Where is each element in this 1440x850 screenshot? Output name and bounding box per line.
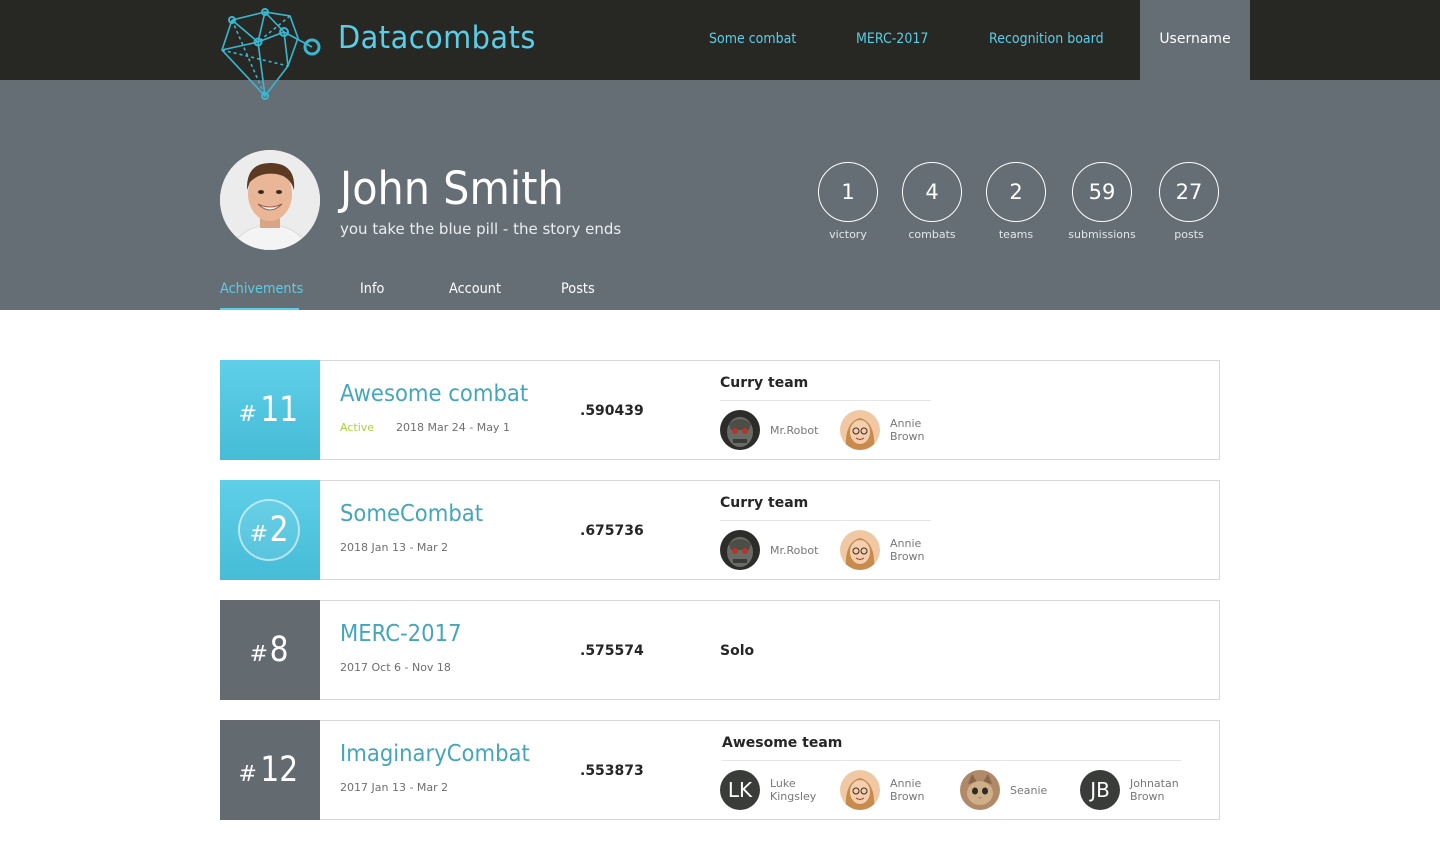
profile-header: John Smith you take the blue pill - the …	[0, 80, 1440, 310]
stat-victory: 1 victory	[808, 162, 888, 241]
stat-submissions: 59 submissions	[1062, 162, 1142, 241]
cat-avatar-icon	[960, 770, 1000, 810]
stat-combats-value: 4	[902, 162, 962, 222]
rank-badge: #8	[220, 600, 320, 700]
stat-combats: 4 combats	[892, 162, 972, 241]
woman-avatar-icon	[840, 530, 880, 570]
user-menu[interactable]: Username	[1140, 0, 1250, 80]
datacombats-logo-icon[interactable]	[218, 6, 324, 100]
tab-achievements[interactable]: Achivements	[220, 281, 303, 297]
brand-name[interactable]: Datacombats	[338, 20, 536, 56]
woman-avatar-icon	[840, 770, 880, 810]
member-name-first: Annie	[890, 417, 922, 430]
rank-number: 11	[260, 390, 299, 430]
combat-name-link[interactable]: SomeCombat	[340, 501, 483, 527]
combat-dates: 2017 Oct 6 - Nov 18	[340, 661, 451, 674]
stat-posts-value: 27	[1159, 162, 1219, 222]
rank-hash: #	[249, 642, 269, 667]
top-navigation-bar: Some combat MERC-2017 Recognition board …	[0, 0, 1440, 80]
member-name-first: Annie	[890, 537, 922, 550]
combat-name-link[interactable]: MERC-2017	[340, 621, 462, 647]
team-name[interactable]: Curry team	[720, 375, 808, 391]
profile-tagline: you take the blue pill - the story ends	[340, 220, 622, 238]
profile-name: John Smith	[340, 162, 564, 215]
rank-number: 12	[260, 750, 299, 790]
member-name-last: Brown	[890, 790, 925, 803]
rank-number: 8	[269, 630, 289, 670]
member-name-last: Kingsley	[770, 790, 817, 803]
combat-score: .553873	[580, 763, 644, 779]
tab-account[interactable]: Account	[449, 281, 501, 297]
member-name-last: Brown	[1130, 790, 1165, 803]
stat-submissions-label: submissions	[1068, 228, 1136, 241]
nav-some-combat[interactable]: Some combat	[709, 31, 796, 47]
achievement-card: #11 Awesome combat Active 2018 Mar 24 - …	[220, 360, 1220, 460]
nav-recognition-board[interactable]: Recognition board	[989, 31, 1104, 47]
woman-avatar-icon	[840, 410, 880, 450]
member-name: Mr.Robot	[770, 544, 819, 557]
member-name: Seanie	[1010, 784, 1048, 797]
combat-name-link[interactable]: Awesome combat	[340, 381, 528, 407]
team-divider	[722, 760, 1181, 761]
stat-teams: 2 teams	[976, 162, 1056, 241]
stat-combats-label: combats	[908, 228, 956, 241]
robot-avatar-icon	[720, 410, 760, 450]
rank-hash: #	[238, 402, 257, 427]
tab-info[interactable]: Info	[360, 281, 384, 297]
user-menu-label: Username	[1159, 31, 1231, 47]
stat-victory-value: 1	[818, 162, 878, 222]
stat-posts-label: posts	[1174, 228, 1204, 241]
initials-avatar: LK	[720, 770, 760, 810]
combat-score: .590439	[580, 403, 644, 419]
combat-dates: 2017 Jan 13 - Mar 2	[340, 781, 449, 794]
rank-hash: #	[238, 762, 257, 787]
member-name-first: Annie	[890, 777, 922, 790]
robot-avatar-icon	[720, 530, 760, 570]
nav-merc-2017[interactable]: MERC-2017	[856, 31, 928, 47]
team-name[interactable]: Curry team	[720, 495, 808, 511]
combat-dates: 2018 Mar 24 - May 1	[396, 421, 510, 434]
member-name-last: Brown	[890, 550, 925, 563]
rank-number: 2	[269, 510, 289, 550]
combat-dates: 2018 Jan 13 - Mar 2	[340, 541, 449, 554]
member-name-first: Luke	[770, 777, 796, 790]
team-divider	[720, 400, 931, 401]
tab-posts[interactable]: Posts	[561, 281, 595, 297]
rank-hash: #	[249, 522, 269, 547]
achievement-card: #8 MERC-2017 2017 Oct 6 - Nov 18 .575574…	[220, 600, 1220, 700]
achievement-card: #12 ImaginaryCombat 2017 Jan 13 - Mar 2 …	[220, 720, 1220, 820]
combat-score: .575574	[580, 643, 644, 659]
stat-teams-label: teams	[998, 228, 1034, 241]
user-photo-icon	[220, 150, 320, 250]
member-name-first: Johnatan	[1130, 777, 1179, 790]
team-name: Solo	[720, 643, 755, 659]
team-name[interactable]: Awesome team	[722, 735, 842, 751]
stat-victory-label: victory	[829, 228, 867, 241]
member-name-last: Brown	[890, 430, 925, 443]
stat-submissions-value: 59	[1072, 162, 1132, 222]
combat-name-link[interactable]: ImaginaryCombat	[340, 741, 530, 767]
stat-teams-value: 2	[986, 162, 1046, 222]
active-tab-indicator	[220, 308, 299, 310]
combat-score: .675736	[580, 523, 644, 539]
profile-avatar	[220, 150, 320, 250]
member-name: Mr.Robot	[770, 424, 819, 437]
rank-badge: #2	[220, 480, 320, 580]
initials-avatar: JB	[1080, 770, 1120, 810]
team-divider	[720, 520, 931, 521]
rank-badge: #11	[220, 360, 320, 460]
stat-posts: 27 posts	[1149, 162, 1229, 241]
achievement-card: #2 SomeCombat 2018 Jan 13 - Mar 2 .67573…	[220, 480, 1220, 580]
rank-badge: #12	[220, 720, 320, 820]
combat-status: Active	[340, 421, 375, 434]
